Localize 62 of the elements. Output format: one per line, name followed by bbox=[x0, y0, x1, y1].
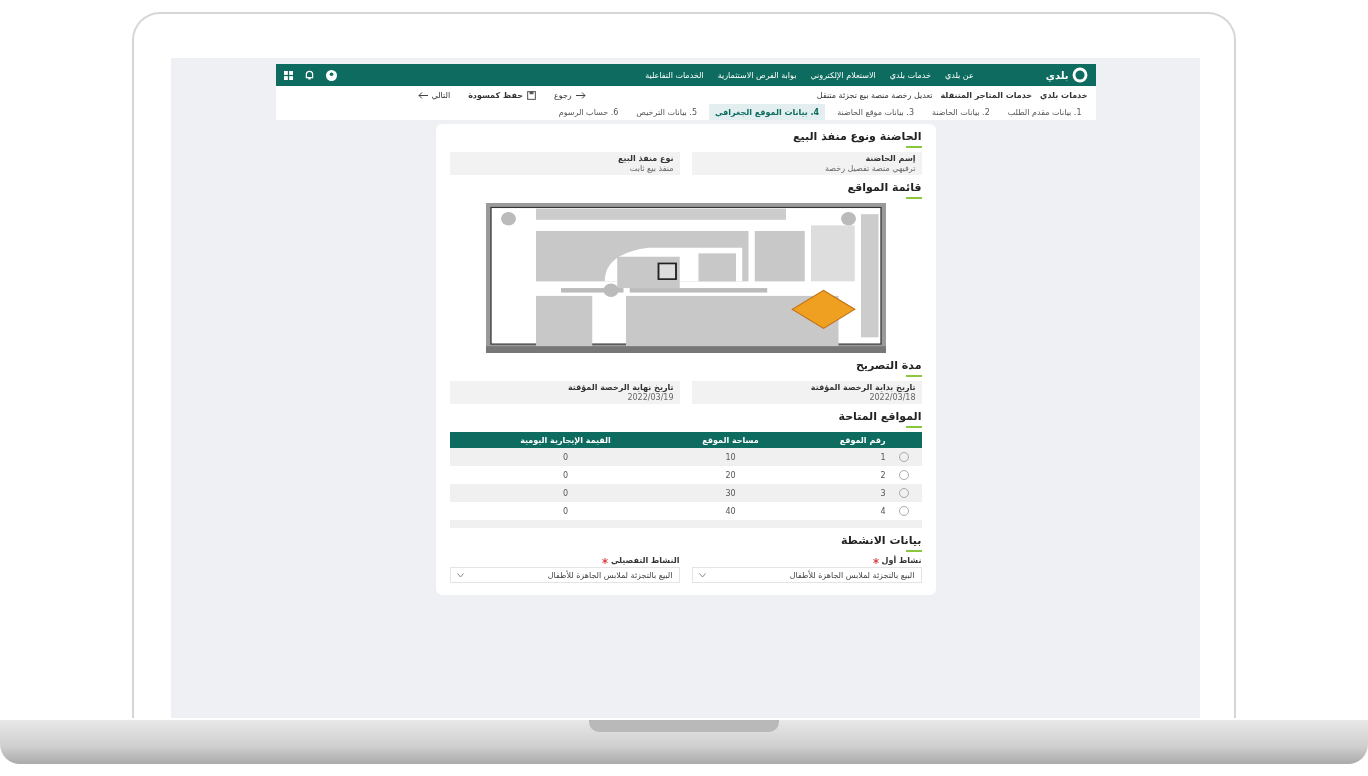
back-button[interactable]: رجوع bbox=[552, 89, 588, 101]
step-tab[interactable]: 5. بيانات الترخيص bbox=[630, 104, 703, 120]
section-title: قائمة المواقع bbox=[846, 181, 922, 194]
radio-button[interactable] bbox=[898, 488, 909, 498]
nav-link[interactable]: بوابة الفرص الاستثمارية bbox=[717, 70, 797, 80]
chevron-down-icon bbox=[698, 572, 706, 578]
grid-icon[interactable] bbox=[283, 70, 293, 80]
logo-text: بلدي bbox=[1045, 69, 1069, 81]
step-tab[interactable]: 1. بيانات مقدم الطلب bbox=[1001, 104, 1088, 120]
table-cell-text: 3 bbox=[879, 488, 886, 498]
bell-icon[interactable] bbox=[304, 70, 314, 80]
step-tab[interactable]: 6. حساب الرسوم bbox=[552, 104, 625, 120]
column-header: القيمة الإيجارية اليومية bbox=[519, 435, 612, 445]
field-label: النشاط التفصيلي bbox=[610, 556, 680, 565]
arrow-right-icon bbox=[575, 91, 586, 99]
table-cell-text: 4 bbox=[879, 506, 886, 516]
table-cell-text: 2 bbox=[879, 470, 886, 480]
section-title: بيانات الانشطة bbox=[839, 534, 922, 547]
field-value: 2022/03/18 bbox=[868, 393, 916, 402]
column-header: رقم الموقع bbox=[838, 435, 886, 445]
table-cell-text: 20 bbox=[724, 470, 737, 480]
table-cell-text: 1 bbox=[879, 452, 886, 462]
save-draft-button[interactable]: حفظ كمسودة bbox=[466, 89, 538, 101]
nav-link[interactable]: عن بلدي bbox=[944, 70, 974, 80]
save-icon bbox=[527, 90, 536, 100]
radio-button[interactable] bbox=[898, 452, 909, 462]
dropdown-field[interactable]: البيع بالتجزئة لملابس الجاهزة للأطفال bbox=[691, 567, 922, 583]
section-title: مدة التصريح bbox=[854, 359, 922, 372]
arrow-left-icon bbox=[417, 91, 428, 99]
table-cell-text: 40 bbox=[724, 506, 737, 516]
section-title: الحاضنة ونوع منفذ البيع bbox=[791, 130, 922, 143]
field-value: منفذ بيع ثابت bbox=[628, 164, 674, 173]
table-cell-text: 0 bbox=[561, 470, 570, 480]
table-cell-text: 10 bbox=[724, 452, 737, 462]
nav-link[interactable]: الخدمات التفاعلية bbox=[645, 70, 704, 80]
dropdown-field[interactable]: البيع بالتجزئة لملابس الجاهزة للأطفال bbox=[449, 567, 680, 583]
radio-button[interactable] bbox=[898, 506, 909, 516]
logo-icon bbox=[1071, 67, 1088, 83]
table-cell-text: 0 bbox=[561, 488, 570, 498]
nav-link[interactable]: خدمات بلدي bbox=[889, 70, 931, 80]
user-icon[interactable] bbox=[325, 69, 337, 81]
step-tab[interactable]: 4. بيانات الموقع الجغرافي bbox=[709, 104, 826, 120]
radio-button[interactable] bbox=[898, 470, 909, 480]
table-cell-text: 30 bbox=[724, 488, 737, 498]
table-cell-text: 0 bbox=[561, 452, 570, 462]
next-button[interactable]: التالي bbox=[415, 89, 453, 101]
field-label: تاريخ نهاية الرخصة المؤقتة bbox=[566, 383, 674, 392]
step-tab[interactable]: 2. بيانات الحاضنة bbox=[926, 104, 996, 120]
column-header: مساحة الموقع bbox=[701, 435, 760, 445]
field-label: تاريخ بداية الرخصة المؤقتة bbox=[809, 383, 916, 392]
field-label: إسم الحاضنة bbox=[864, 154, 916, 163]
breadcrumb-link[interactable]: خدمات المتاجر المتنقلة bbox=[940, 90, 1033, 100]
table-cell-text: 0 bbox=[561, 506, 570, 516]
field-label: نشاط أول bbox=[881, 556, 922, 565]
field-label: نوع منفذ البيع bbox=[617, 154, 674, 163]
breadcrumb-link[interactable]: خدمات بلدي bbox=[1040, 90, 1088, 100]
nav-link[interactable]: الاستعلام الإلكتروني bbox=[810, 70, 876, 80]
chevron-down-icon bbox=[456, 572, 464, 578]
step-tab[interactable]: 3. بيانات موقع الحاضنة bbox=[831, 104, 920, 120]
field-value: ترفيهي منصة تفصيل رخصة bbox=[824, 164, 916, 173]
field-value: 2022/03/19 bbox=[626, 393, 674, 402]
section-title: المواقع المتاحة bbox=[837, 410, 922, 423]
